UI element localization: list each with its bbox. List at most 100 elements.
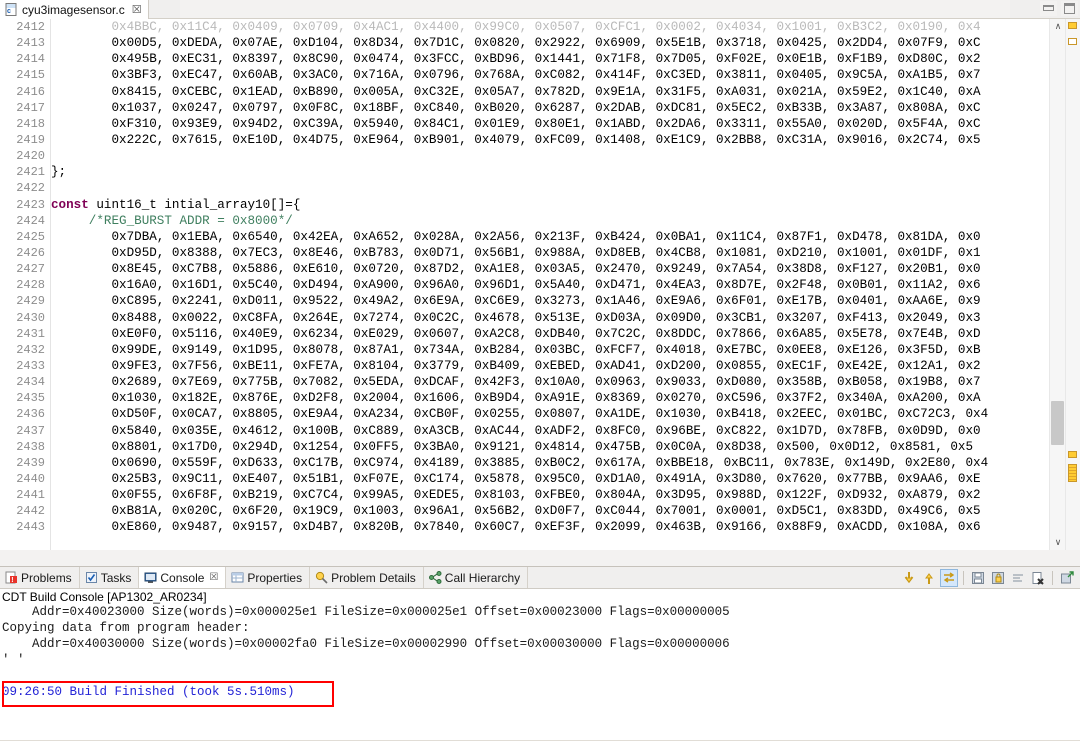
overview-marker[interactable]: [1068, 22, 1077, 29]
clear-console-button[interactable]: [1009, 569, 1027, 587]
code-line[interactable]: 0x0690, 0x559F, 0xD633, 0xC17B, 0xC974, …: [51, 455, 1036, 471]
open-console-button[interactable]: [1058, 569, 1076, 587]
code-line[interactable]: [51, 148, 1036, 164]
code-line[interactable]: 0x8801, 0x17D0, 0x294D, 0x1254, 0x0FF5, …: [51, 439, 1036, 455]
panel-tab-problems[interactable]: !Problems: [0, 567, 80, 588]
code-line[interactable]: 0xB81A, 0x020C, 0x6F20, 0x19C9, 0x1003, …: [51, 503, 1036, 519]
tasks-icon: [85, 571, 98, 584]
window-controls: [1040, 1, 1078, 16]
line-number: 2426: [0, 245, 50, 261]
code-line[interactable]: };: [51, 164, 1036, 180]
code-line[interactable]: [51, 180, 1036, 196]
code-line[interactable]: 0x99DE, 0x9149, 0x1D95, 0x8078, 0x87A1, …: [51, 342, 1036, 358]
line-number: 2430: [0, 310, 50, 326]
scroll-lock-toggle[interactable]: [940, 569, 958, 587]
code-line[interactable]: 0x3BF3, 0xEC47, 0x60AB, 0x3AC0, 0x716A, …: [51, 67, 1036, 83]
code-line[interactable]: 0xD50F, 0x0CA7, 0x8805, 0xE9A4, 0xA234, …: [51, 406, 1036, 422]
line-number: 2439: [0, 455, 50, 471]
line-number: 2412: [0, 19, 50, 35]
code-line[interactable]: 0xE0F0, 0x5116, 0x40E9, 0x6234, 0xE029, …: [51, 326, 1036, 342]
code-line[interactable]: 0x8488, 0x0022, 0xC8FA, 0x264E, 0x7274, …: [51, 310, 1036, 326]
panel-tab-label: Call Hierarchy: [445, 571, 520, 585]
console-line: ' ': [0, 652, 1080, 668]
line-number: 2423: [0, 197, 50, 213]
line-number: 2435: [0, 390, 50, 406]
line-number: 2433: [0, 358, 50, 374]
pin-console-button[interactable]: [989, 569, 1007, 587]
code-line[interactable]: /*REG_BURST ADDR = 0x8000*/: [51, 213, 1036, 229]
code-line[interactable]: 0x9FE3, 0x7F56, 0xBE11, 0xFE7A, 0x8104, …: [51, 358, 1036, 374]
code-line[interactable]: 0x25B3, 0x9C11, 0xE407, 0x51B1, 0xF07E, …: [51, 471, 1036, 487]
code-line[interactable]: 0x0F55, 0x6F8F, 0xB219, 0xC7C4, 0x99A5, …: [51, 487, 1036, 503]
bottom-panel: !ProblemsTasksConsole☒ Properties Problem …: [0, 566, 1080, 741]
c-source-file-icon: c: [5, 3, 18, 16]
editor-vertical-scrollbar[interactable]: ∧ ∨: [1049, 19, 1066, 550]
overview-marker[interactable]: [1068, 464, 1077, 482]
vertical-scroll-thumb[interactable]: [1051, 401, 1064, 445]
maximize-restore-icon[interactable]: [1061, 1, 1078, 16]
minimize-icon[interactable]: [1040, 1, 1057, 16]
scroll-down-button[interactable]: [900, 569, 918, 587]
line-number: 2441: [0, 487, 50, 503]
code-line[interactable]: 0x5840, 0x035E, 0x4612, 0x100B, 0xC889, …: [51, 423, 1036, 439]
panel-tab-problem-details[interactable]: Problem Details: [310, 567, 424, 588]
console-line: Addr=0x40030000 Size(words)=0x00002fa0 F…: [0, 636, 1080, 652]
code-line[interactable]: 0x00D5, 0xDEDA, 0x07AE, 0xD104, 0x8D34, …: [51, 35, 1036, 51]
code-line[interactable]: 0x4BBC, 0x11C4, 0x0409, 0x0709, 0x4AC1, …: [51, 19, 1036, 35]
line-number: 2414: [0, 51, 50, 67]
close-icon[interactable]: ☒: [132, 4, 142, 15]
save-console-button[interactable]: [969, 569, 987, 587]
remove-console-button[interactable]: [1029, 569, 1047, 587]
line-number: 2422: [0, 180, 50, 196]
code-line[interactable]: 0x222C, 0x7615, 0xE10D, 0x4D75, 0xE964, …: [51, 132, 1036, 148]
code-line[interactable]: 0x16A0, 0x16D1, 0x5C40, 0xD494, 0xA900, …: [51, 277, 1036, 293]
scroll-up-icon[interactable]: ∧: [1050, 19, 1066, 34]
keyword-const: const: [51, 198, 89, 212]
editor-overview-ruler[interactable]: [1065, 19, 1080, 550]
code-line[interactable]: 0x8E45, 0xC7B8, 0x5886, 0xE610, 0x0720, …: [51, 261, 1036, 277]
code-line[interactable]: 0xD95D, 0x8388, 0x7EC3, 0x8E46, 0xB783, …: [51, 245, 1036, 261]
line-number: 2419: [0, 132, 50, 148]
code-line[interactable]: 0x2689, 0x7E69, 0x775B, 0x7082, 0x5EDA, …: [51, 374, 1036, 390]
code-line[interactable]: const uint16_t intial_array10[]={: [51, 197, 1036, 213]
console-line: Addr=0x40023000 Size(words)=0x000025e1 F…: [0, 604, 1080, 620]
line-number: 2443: [0, 519, 50, 535]
line-number: 2424: [0, 213, 50, 229]
scroll-down-icon[interactable]: ∨: [1050, 535, 1066, 550]
console-title: CDT Build Console [AP1302_AR0234]: [0, 589, 1080, 604]
code-line[interactable]: 0xF310, 0x93E9, 0x94D2, 0xC39A, 0x5940, …: [51, 116, 1036, 132]
panel-tab-call-hierarchy[interactable]: Call Hierarchy: [424, 567, 528, 588]
code-line[interactable]: 0x8415, 0xCEBC, 0x1EAD, 0xB890, 0x005A, …: [51, 84, 1036, 100]
toolbar-separator: [1052, 571, 1053, 585]
line-number: 2429: [0, 293, 50, 309]
editor-tab-label: cyu3imagesensor.c: [22, 3, 125, 17]
properties-icon: [231, 571, 244, 584]
panel-tab-console[interactable]: Console☒: [139, 567, 226, 588]
code-line[interactable]: 0xE860, 0x9487, 0x9157, 0xD4B7, 0x820B, …: [51, 519, 1036, 535]
code-editor[interactable]: 2412241324142415241624172418241924202421…: [0, 19, 1080, 550]
code-line[interactable]: 0x495B, 0xEC31, 0x8397, 0x8C90, 0x0474, …: [51, 51, 1036, 67]
line-number: 2440: [0, 471, 50, 487]
line-number: 2431: [0, 326, 50, 342]
editor-tab-cyu3imagesensor[interactable]: c cyu3imagesensor.c ☒: [0, 0, 149, 19]
code-text-area[interactable]: 0x4BBC, 0x11C4, 0x0409, 0x0709, 0x4AC1, …: [51, 19, 1036, 550]
console-line: Copying data from program header:: [0, 620, 1080, 636]
line-number: 2436: [0, 406, 50, 422]
code-line[interactable]: 0x1030, 0x182E, 0x876E, 0xD2F8, 0x2004, …: [51, 390, 1036, 406]
code-line[interactable]: 0xC895, 0x2241, 0xD011, 0x9522, 0x49A2, …: [51, 293, 1036, 309]
code-line[interactable]: 0x7DBA, 0x1EBA, 0x6540, 0x42EA, 0xA652, …: [51, 229, 1036, 245]
console-line: [0, 668, 1080, 684]
line-number: 2416: [0, 84, 50, 100]
overview-marker[interactable]: [1068, 38, 1077, 45]
scroll-up-button[interactable]: [920, 569, 938, 587]
overview-marker[interactable]: [1068, 451, 1077, 458]
close-icon[interactable]: ☒: [209, 572, 218, 583]
panel-tab-tasks[interactable]: Tasks: [80, 567, 140, 588]
console-output[interactable]: CDT Build Console [AP1302_AR0234] Addr=0…: [0, 589, 1080, 741]
panel-tab-label: Problem Details: [331, 571, 416, 585]
panel-tab-label: Properties: [247, 571, 302, 585]
code-line[interactable]: 0x1037, 0x0247, 0x0797, 0x0F8C, 0x18BF, …: [51, 100, 1036, 116]
line-number: 2421: [0, 164, 50, 180]
line-number-gutter: 2412241324142415241624172418241924202421…: [0, 19, 51, 550]
panel-tab-properties[interactable]: Properties: [226, 567, 310, 588]
